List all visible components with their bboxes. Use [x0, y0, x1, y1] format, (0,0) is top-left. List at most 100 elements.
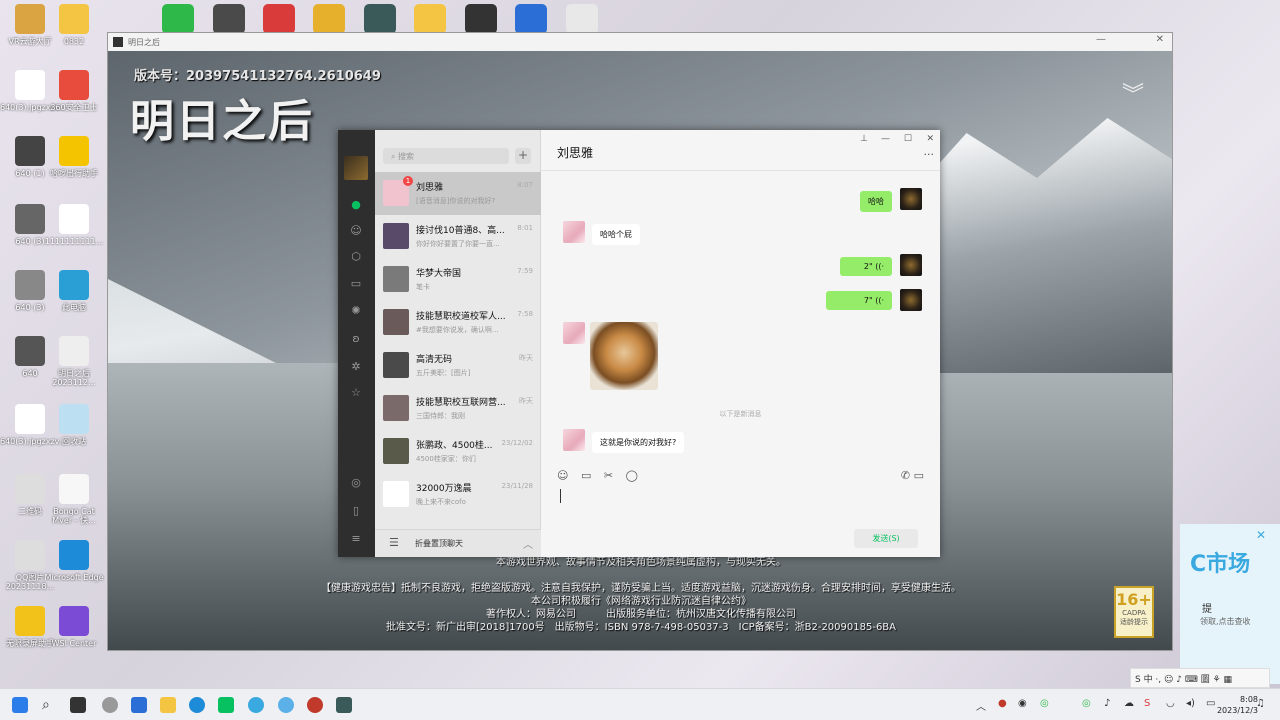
notification-bell-icon[interactable]: ♫: [1256, 698, 1265, 709]
app-icon[interactable]: [131, 697, 147, 713]
emoji-icon[interactable]: ☺: [557, 469, 568, 482]
tray-icon[interactable]: ◎: [1082, 698, 1091, 709]
mobile-icon[interactable]: ▯: [349, 504, 363, 518]
file-explorer-icon[interactable]: [160, 697, 176, 713]
avatar[interactable]: [563, 322, 585, 344]
microphone-icon[interactable]: ♪: [1104, 698, 1110, 709]
wechat-window[interactable]: ● ☺ ⬡ ▭ ✺ ʚ ✲ ☆ ◎ ▯ ≡ ⌕ 搜索 + 1 刘思雅 [语音消息]你…: [338, 130, 940, 557]
minimize-icon[interactable]: —: [1096, 34, 1106, 45]
minimize-icon[interactable]: —: [881, 134, 890, 144]
search-input[interactable]: ⌕ 搜索: [383, 148, 509, 164]
folder-app-icon[interactable]: [414, 4, 446, 34]
cloud-icon[interactable]: ☁: [1124, 698, 1134, 709]
wps-app-icon[interactable]: [263, 4, 295, 34]
add-chat-button[interactable]: +: [515, 148, 531, 164]
desktop-icon[interactable]: 回收站: [44, 404, 104, 446]
tray-icon[interactable]: ●: [998, 698, 1007, 709]
avatar[interactable]: [563, 221, 585, 243]
desktop-icon[interactable]: 0832: [44, 4, 104, 46]
more-icon[interactable]: ···: [924, 148, 935, 161]
game-icon[interactable]: [336, 697, 352, 713]
app-icon[interactable]: [307, 697, 323, 713]
task-view-icon[interactable]: [70, 697, 86, 713]
avatar[interactable]: [563, 429, 585, 451]
phone-icon[interactable]: ✆: [901, 469, 910, 482]
wifi-icon[interactable]: ◡: [1166, 698, 1175, 709]
scissors-icon[interactable]: ✂: [604, 469, 613, 482]
chat-time: 23/12/02: [501, 439, 533, 447]
mini-program-icon[interactable]: ✲: [349, 360, 363, 374]
chat-history-icon[interactable]: ◯: [626, 469, 638, 482]
chat-list-item[interactable]: 技能慧职校道校军人... #我想要你说发，确认啊... 7:58: [375, 301, 541, 344]
desktop-icon[interactable]: 360安全卫士: [44, 70, 104, 112]
sogou-icon[interactable]: S: [1144, 698, 1150, 709]
favorites-icon[interactable]: ⬡: [349, 250, 363, 264]
screen-app-icon[interactable]: [465, 4, 497, 34]
chevron-up-icon[interactable]: ︿: [976, 698, 986, 713]
edge-icon[interactable]: [189, 697, 205, 713]
word-app-icon[interactable]: [515, 4, 547, 34]
tiger-sticker-image[interactable]: [590, 322, 658, 390]
close-icon[interactable]: ✕: [1256, 528, 1266, 542]
clock[interactable]: 8:08 2023/12/3: [1217, 694, 1258, 716]
desktop-icon[interactable]: 明日之后2023112...: [44, 336, 104, 387]
chat-list-item[interactable]: 1 刘思雅 [语音消息]你说的对我好? 8:07: [375, 172, 541, 215]
channels-icon[interactable]: ʚ: [349, 332, 363, 346]
folder-icon[interactable]: ▭: [349, 277, 363, 291]
chat-preview: 4500桂家家：你们: [416, 455, 476, 463]
voice-message[interactable]: 7" ((·: [826, 291, 892, 310]
chat-list-item[interactable]: 接讨伐10普通8、高... 你好你好要置了你要一直... 8:01: [375, 215, 541, 258]
chat-list-item[interactable]: 32000万逸晨 晚上来不来cofo 23/11/28: [375, 473, 541, 516]
close-icon[interactable]: ✕: [926, 134, 934, 144]
chevron-down-icon[interactable]: ︾: [1122, 77, 1144, 109]
avatar[interactable]: [900, 188, 922, 210]
chat-icon[interactable]: ●: [349, 198, 363, 212]
chat-list-item[interactable]: 技能慧职校互联网营... 三国侍郎：我刚 昨天: [375, 387, 541, 430]
game-app-icon[interactable]: [213, 4, 245, 34]
search-icon[interactable]: ⌕: [42, 697, 58, 713]
desktop-icon[interactable]: Bongo Cat Mver - 快...: [44, 474, 104, 525]
app-icon: [59, 540, 89, 570]
moments-icon[interactable]: ✺: [349, 304, 363, 318]
figure-app-icon[interactable]: [364, 4, 396, 34]
tray-icon[interactable]: ◉: [1018, 698, 1027, 709]
chevron-up-icon: ︿: [523, 540, 533, 551]
search-mini-icon[interactable]: ☆: [349, 386, 363, 400]
speaker-icon[interactable]: ◂): [1186, 698, 1195, 709]
voice-message[interactable]: 2" ((·: [840, 257, 892, 276]
desktop-icon[interactable]: Microsoft Edge: [44, 540, 104, 582]
chat-list-item[interactable]: 华梦大帝国 笔卡 7:59: [375, 258, 541, 301]
ime-toolbar[interactable]: S 中 ·, ☺ ♪ ⌨ 圖 ⚘ ▦: [1130, 668, 1270, 688]
desktop-icon[interactable]: 1111111111...: [44, 204, 104, 246]
fold-pinned-chats[interactable]: ☰ 折叠置顶聊天 ︿: [375, 529, 541, 557]
pin-icon[interactable]: ⊥: [860, 134, 868, 144]
chat-list-item[interactable]: 张鹏政、4500桂... 4500桂家家：你们 23/12/02: [375, 430, 541, 473]
chat-list-item[interactable]: 高清无码 五斤美职：[图片] 昨天: [375, 344, 541, 387]
avatar[interactable]: [900, 289, 922, 311]
desktop-icon[interactable]: 哈啰出行助手: [44, 136, 104, 178]
phone-icon[interactable]: ◎: [349, 476, 363, 490]
avatar[interactable]: [344, 156, 368, 180]
desktop-icon[interactable]: WSI Center: [44, 606, 104, 648]
wechat-icon[interactable]: [218, 697, 234, 713]
send-button[interactable]: 发送(S): [854, 529, 918, 548]
close-icon[interactable]: ✕: [1156, 34, 1164, 45]
add-app-icon[interactable]: [162, 4, 194, 34]
app-icon[interactable]: [248, 697, 264, 713]
menu-icon[interactable]: ≡: [349, 532, 363, 546]
network-app-icon[interactable]: [566, 4, 598, 34]
message-input[interactable]: [560, 489, 561, 503]
desktop-icon[interactable]: 此电脑: [44, 270, 104, 312]
battery-icon[interactable]: ▭: [1206, 698, 1215, 709]
folder-icon[interactable]: ▭: [581, 469, 591, 482]
windows-start-icon[interactable]: [12, 697, 28, 713]
notification-popup[interactable]: ✕ C市场 提 领取,点击查收: [1180, 524, 1280, 684]
app-icon[interactable]: [102, 697, 118, 713]
emoji-app-icon[interactable]: [313, 4, 345, 34]
app-icon[interactable]: [278, 697, 294, 713]
maximize-icon[interactable]: ☐: [904, 134, 912, 144]
tray-icon[interactable]: ◎: [1040, 698, 1049, 709]
video-icon[interactable]: ▭: [914, 469, 924, 482]
contacts-icon[interactable]: ☺: [349, 224, 363, 238]
avatar[interactable]: [900, 254, 922, 276]
